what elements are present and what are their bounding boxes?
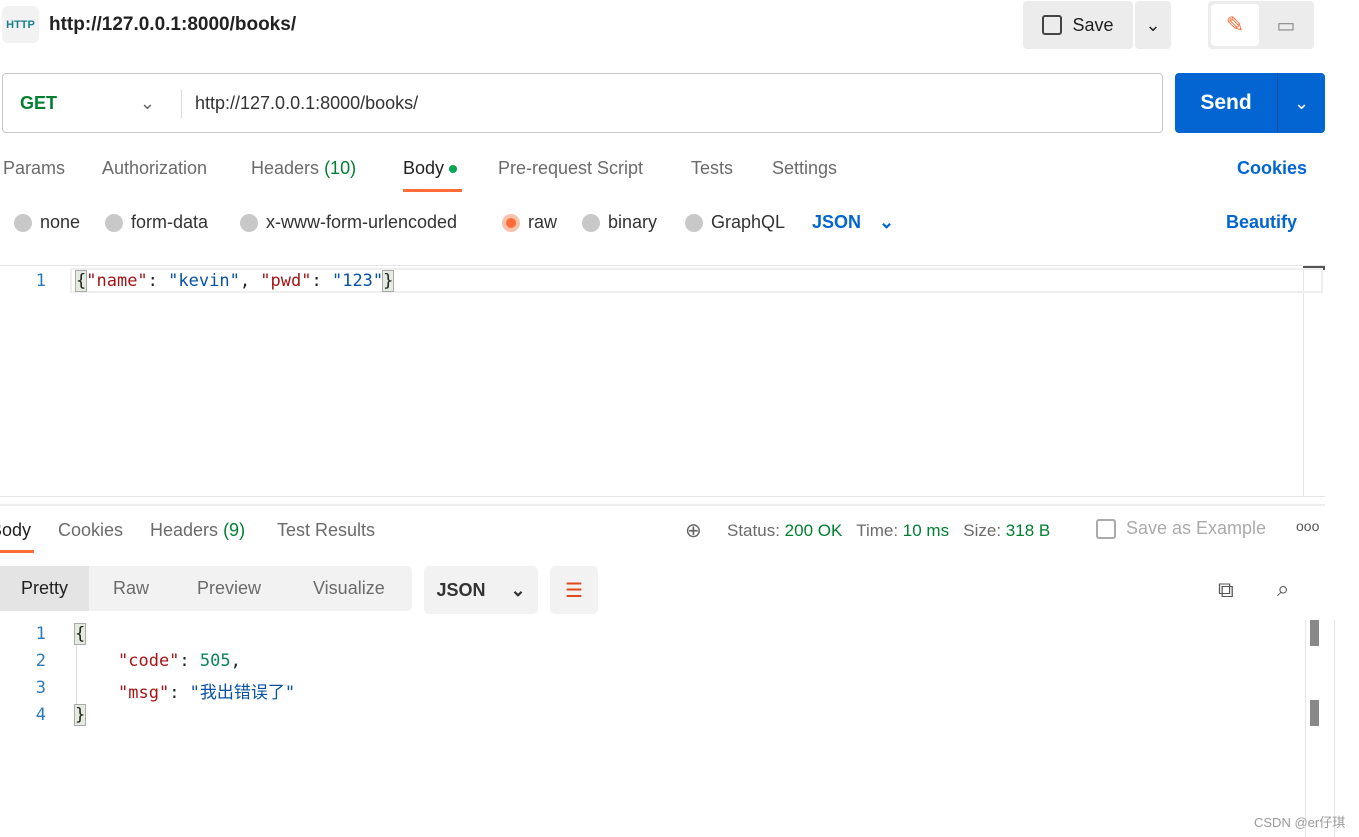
response-line-code: "code": 505, [118, 651, 241, 671]
edit-button[interactable]: ✎ [1211, 4, 1259, 46]
radio-graphql[interactable]: GraphQL [685, 212, 785, 233]
request-body-code: {"name": "kevin", "pwd": "123"} [74, 270, 395, 292]
http-icon: HTTP [2, 6, 39, 43]
comments-button[interactable]: ▭ [1262, 4, 1310, 46]
copy-icon[interactable]: ⧉ [1218, 577, 1234, 603]
response-meta: Status: 200 OK Time: 10 ms Size: 318 B [727, 521, 1051, 540]
view-raw[interactable]: Raw [113, 578, 149, 599]
beautify-button[interactable]: Beautify [1226, 212, 1297, 233]
watermark: CSDN @er仔琪 [1254, 815, 1346, 830]
scrollbar[interactable] [1310, 620, 1319, 646]
send-options-button[interactable]: ⌄ [1277, 73, 1325, 133]
save-as-example-button[interactable]: Save as Example [1096, 518, 1266, 539]
chevron-down-icon: ⌄ [1293, 92, 1310, 113]
tab-body[interactable]: Body [403, 158, 458, 179]
radio-none[interactable]: none [14, 212, 80, 233]
request-body-editor[interactable] [0, 265, 1325, 497]
search-icon[interactable]: ⌕ [1277, 576, 1289, 602]
chevron-down-icon: ⌄ [510, 579, 526, 600]
body-format-select[interactable]: JSON ⌄ [812, 212, 894, 233]
url-input[interactable]: http://127.0.0.1:8000/books/ [195, 93, 418, 114]
resp-tab-cookies[interactable]: Cookies [58, 520, 123, 541]
tab-pre-request-script[interactable]: Pre-request Script [498, 158, 643, 179]
radio-binary[interactable]: binary [582, 212, 657, 233]
globe-icon[interactable]: ⊕ [685, 518, 702, 543]
radio-form-data[interactable]: form-data [105, 212, 208, 233]
save-options-button[interactable]: ⌄ [1135, 1, 1171, 49]
resp-tab-test-results[interactable]: Test Results [277, 520, 375, 541]
view-visualize[interactable]: Visualize [313, 578, 385, 599]
cookies-link[interactable]: Cookies [1237, 158, 1307, 179]
tab-headers[interactable]: Headers (10) [251, 158, 356, 179]
chevron-down-icon: ⌄ [1145, 14, 1161, 35]
response-line-msg: "msg": "我出错误了" [118, 683, 296, 703]
save-button[interactable]: Save [1023, 1, 1133, 49]
radio-raw[interactable]: raw [502, 212, 557, 233]
resp-tab-headers[interactable]: Headers (9) [150, 520, 245, 541]
send-button[interactable]: Send [1175, 73, 1277, 133]
view-preview[interactable]: Preview [197, 578, 261, 599]
wrap-icon: ☰ [565, 579, 583, 602]
chevron-down-icon: ⌄ [879, 212, 895, 232]
method-select[interactable]: GET ⌄ [20, 93, 155, 114]
save-icon [1042, 15, 1063, 35]
wrap-lines-button[interactable]: ☰ [550, 566, 598, 614]
tab-settings[interactable]: Settings [772, 158, 837, 179]
more-options-icon[interactable]: ooo [1296, 518, 1319, 534]
request-title[interactable]: http://127.0.0.1:8000/books/ [49, 14, 296, 36]
radio-urlencoded[interactable]: x-www-form-urlencoded [240, 212, 457, 233]
pencil-icon: ✎ [1225, 12, 1245, 37]
status-code[interactable]: 200 OK [785, 521, 843, 540]
comment-icon: ▭ [1276, 14, 1296, 37]
response-format-select[interactable]: JSON ⌄ [424, 566, 538, 614]
url-bar [2, 73, 1163, 133]
chevron-down-icon: ⌄ [139, 93, 155, 113]
tab-authorization[interactable]: Authorization [102, 158, 207, 179]
resp-tab-body[interactable]: Body [0, 520, 31, 541]
tab-tests[interactable]: Tests [691, 158, 733, 179]
tab-params[interactable]: Params [3, 158, 65, 179]
save-icon [1096, 518, 1116, 539]
view-pretty[interactable]: Pretty [0, 566, 89, 611]
modified-dot-icon [449, 165, 458, 174]
